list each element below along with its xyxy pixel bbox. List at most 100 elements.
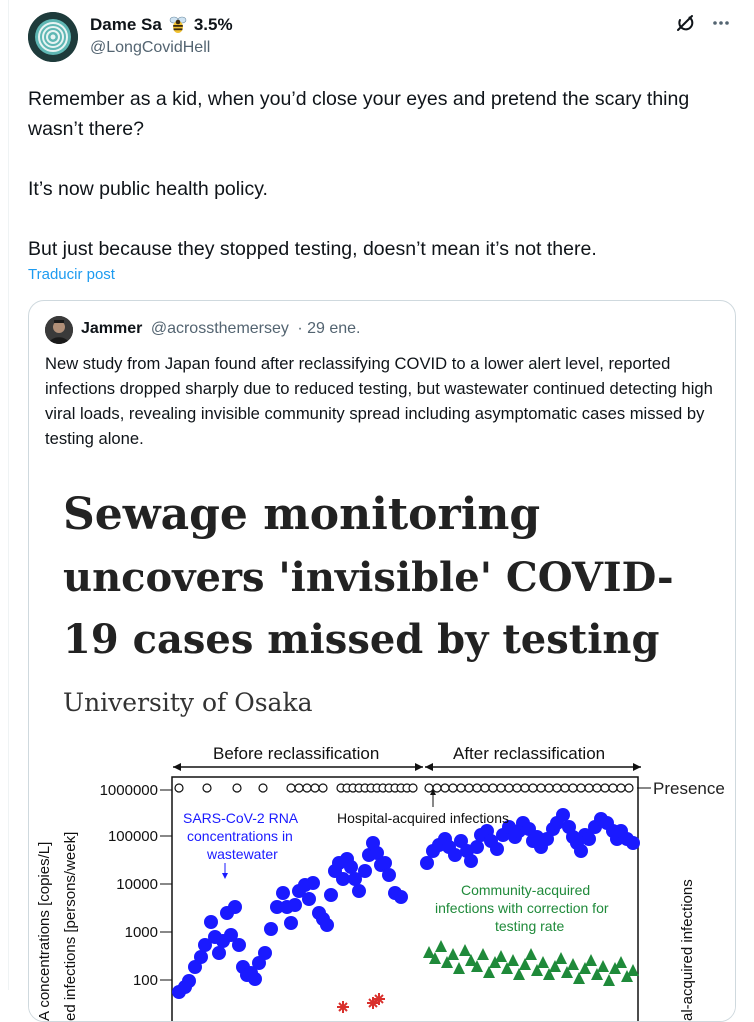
community-point	[603, 974, 615, 986]
quoted-author-handle[interactable]: @acrossthemersey	[151, 320, 289, 337]
wastewater-point	[582, 832, 596, 846]
wastewater-point	[490, 842, 504, 856]
wastewater-point	[212, 946, 226, 960]
y-axis-label: ed infections [persons/week]	[62, 832, 79, 1021]
avatar[interactable]	[28, 12, 78, 62]
more-icon[interactable]	[710, 12, 732, 34]
hospital-label: Hospital-acquired infections	[337, 810, 509, 826]
author-badge-text: 3.5%	[193, 15, 233, 34]
author-handle[interactable]: @LongCovidHell	[90, 39, 210, 57]
post-paragraph: It’s now public health policy.	[28, 178, 268, 200]
presence-marker	[440, 783, 450, 793]
presence-marker	[552, 783, 562, 793]
wastewater-point	[264, 922, 278, 936]
presence-marker	[592, 783, 602, 793]
wastewater-point	[336, 872, 350, 886]
hospital-point	[337, 1001, 349, 1013]
y-axis: 1000000 100000 10000 1000 100	[100, 782, 172, 989]
series-label-line: SARS-CoV-2 RNA	[183, 810, 299, 826]
wastewater-point	[182, 974, 196, 988]
y-tick-label: 100	[133, 972, 158, 989]
quoted-avatar[interactable]	[45, 316, 73, 344]
wastewater-point	[258, 946, 272, 960]
presence-marker	[560, 783, 570, 793]
presence-marker	[544, 783, 554, 793]
wastewater-point	[358, 864, 372, 878]
presence-marker	[512, 783, 522, 793]
post-text: Remember as a kid, when you’d close your…	[28, 84, 728, 264]
presence-marker	[318, 783, 328, 793]
community-point	[447, 948, 459, 960]
grok-icon[interactable]	[674, 12, 696, 34]
y-tick-label: 100000	[108, 828, 158, 845]
presence-marker	[496, 783, 506, 793]
presence-markers	[174, 783, 634, 793]
community-point	[507, 954, 519, 966]
quoted-post-date[interactable]: · 29 ene.	[297, 320, 360, 337]
circular-logo-avatar-icon	[28, 12, 78, 62]
presence-marker	[174, 783, 184, 793]
after-label: After reclassification	[453, 744, 605, 763]
y-tick-label: 10000	[116, 876, 158, 893]
presence-marker	[232, 783, 242, 793]
community-point	[495, 950, 507, 962]
author-name-row: Dame Sa 3.5%	[90, 14, 233, 36]
headline-line: 19 cases missed by testing	[63, 616, 660, 663]
community-point	[453, 962, 465, 974]
hospital-series	[337, 993, 385, 1013]
headline-line: Sewage monitoring	[63, 489, 540, 540]
quoted-avatar-image-icon	[45, 316, 73, 344]
community-point	[555, 952, 567, 964]
presence-marker	[472, 783, 482, 793]
presence-marker	[202, 783, 212, 793]
presence-marker	[258, 783, 268, 793]
wastewater-point	[448, 848, 462, 862]
community-label-line: Community-acquired	[461, 882, 590, 898]
presence-marker	[294, 783, 304, 793]
presence-label: Presence	[653, 779, 725, 798]
community-point	[435, 940, 447, 952]
presence-marker	[536, 783, 546, 793]
wastewater-point	[248, 972, 262, 986]
quoted-author-name[interactable]: Jammer	[81, 320, 142, 337]
presence-marker	[600, 783, 610, 793]
translate-post-link[interactable]: Traducir post	[28, 266, 115, 283]
y-tick-label: 1000	[125, 924, 158, 941]
wastewater-point	[284, 916, 298, 930]
wastewater-point	[204, 915, 218, 929]
quoted-post-card[interactable]: Jammer @acrossthemersey · 29 ene. New st…	[28, 300, 736, 1022]
community-label-line: testing rate	[495, 918, 564, 934]
wastewater-point	[228, 900, 242, 914]
headline-line: uncovers 'invisible' COVID-	[63, 554, 674, 601]
community-point	[537, 956, 549, 968]
wastewater-point	[352, 884, 366, 898]
community-point	[597, 960, 609, 972]
community-point	[585, 954, 597, 966]
presence-marker	[464, 783, 474, 793]
wastewater-point	[626, 836, 640, 850]
post-paragraph: But just because they stopped testing, d…	[28, 238, 597, 260]
wastewater-point	[574, 844, 588, 858]
before-label: Before reclassification	[213, 744, 379, 763]
wastewater-point	[394, 890, 408, 904]
timeline-divider	[8, 0, 9, 990]
author-name[interactable]: Dame Sa	[90, 15, 162, 35]
wastewater-point	[320, 918, 334, 932]
wastewater-point	[276, 886, 290, 900]
presence-marker	[424, 783, 434, 793]
presence-marker	[456, 783, 466, 793]
quoted-header: Jammer @acrossthemersey · 29 ene.	[81, 320, 361, 338]
article-graphic: Sewage monitoring uncovers 'invisible' C…	[36, 489, 725, 1021]
community-point	[567, 958, 579, 970]
community-series	[423, 940, 639, 986]
wastewater-point	[302, 892, 316, 906]
presence-marker	[488, 783, 498, 793]
wastewater-point	[556, 808, 570, 822]
series-label-line: concentrations in	[187, 828, 293, 844]
presence-marker	[608, 783, 618, 793]
quoted-post-image[interactable]: Sewage monitoring uncovers 'invisible' C…	[29, 467, 735, 1021]
y-axis-label: A concentrations [copies/L]	[36, 842, 53, 1021]
wastewater-point	[344, 860, 358, 874]
presence-marker	[568, 783, 578, 793]
presence-marker	[576, 783, 586, 793]
